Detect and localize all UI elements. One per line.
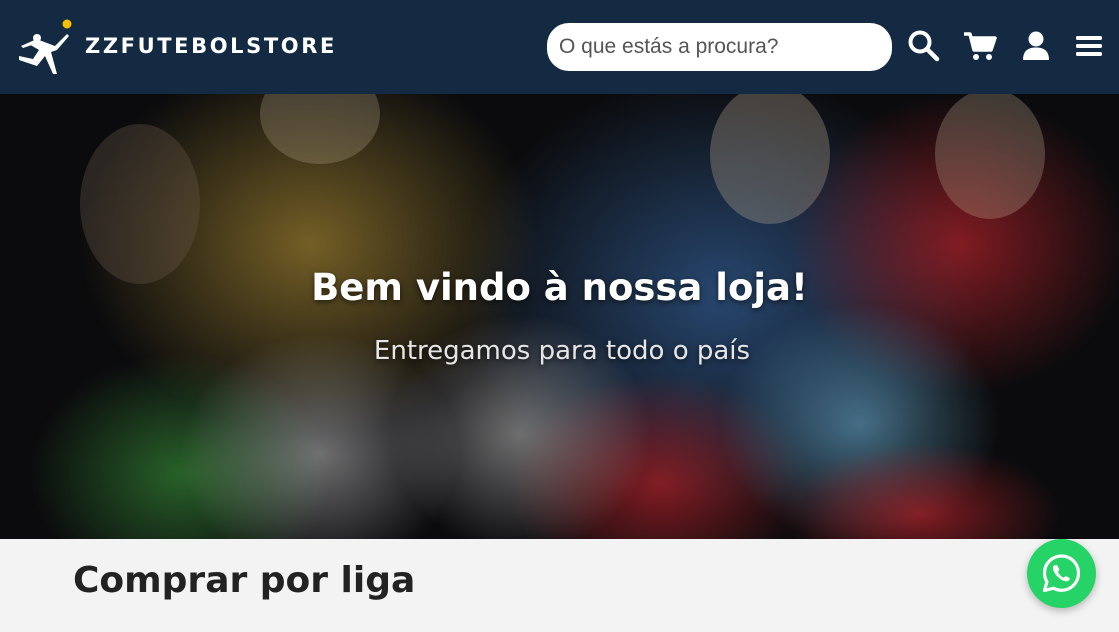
hero-banner: Bem vindo à nossa loja! Entregamos para … [0,94,1119,539]
brand-name[interactable]: ZZFUTEBOLSTORE [85,34,337,58]
section-title-leagues: Comprar por liga [73,560,416,601]
cart-icon[interactable] [962,28,998,64]
soccer-player-logo-icon[interactable] [15,18,75,76]
site-header: ZZFUTEBOLSTORE [0,0,1119,94]
menu-icon[interactable] [1071,28,1107,64]
whatsapp-icon [1042,554,1081,593]
whatsapp-button[interactable] [1027,539,1096,608]
hero-title: Bem vindo à nossa loja! [311,266,808,309]
hero-subtitle: Entregamos para todo o país [373,336,751,366]
search-icon[interactable] [906,28,942,64]
user-icon[interactable] [1018,28,1054,64]
search-input[interactable] [547,23,892,71]
football-players-banner-image [0,94,1119,539]
